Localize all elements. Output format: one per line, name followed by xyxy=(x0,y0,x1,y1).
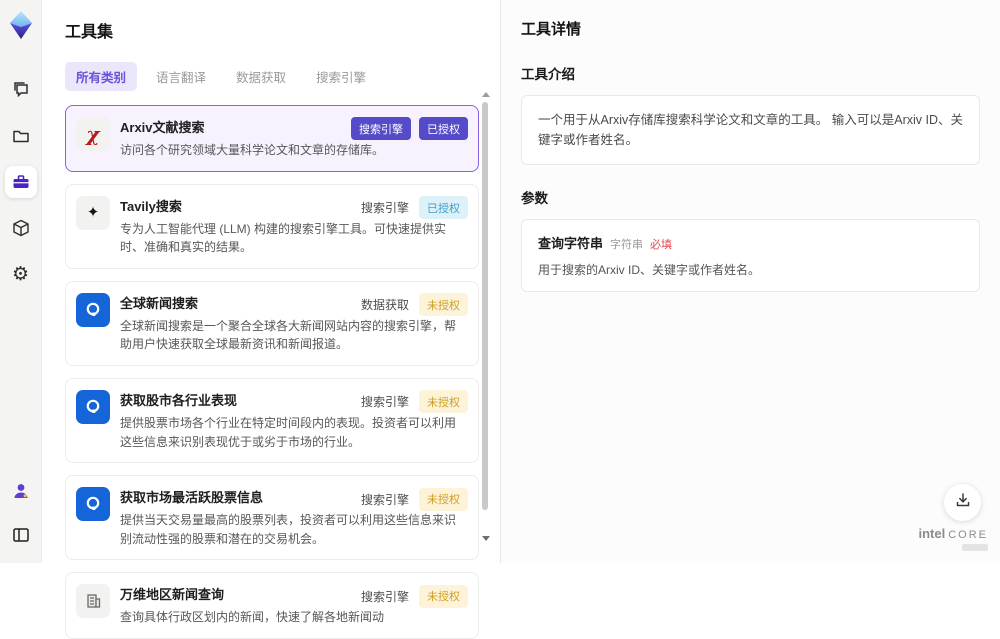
status-badge: 未授权 xyxy=(419,487,468,511)
category-badge: 搜索引擎 xyxy=(360,589,409,604)
nav-toolbox-button[interactable] xyxy=(4,166,37,198)
tool-card-global-news[interactable]: 全球新闻搜索 全球新闻搜索是一个聚合全球各大新闻网站内容的搜索引擎，帮助用户快速… xyxy=(65,280,479,366)
app-logo-icon xyxy=(7,10,35,40)
tool-desc: 专为人工智能代理 (LLM) 构建的搜索引擎工具。可快速提供实时、准确和真实的结… xyxy=(120,221,447,255)
tab-translation[interactable]: 语言翻译 xyxy=(145,62,217,91)
tool-desc: 全球新闻搜索是一个聚合全球各大新闻网站内容的搜索引擎，帮助用户快速获取全球最新资… xyxy=(120,318,457,352)
status-badge: 未授权 xyxy=(419,293,468,317)
scroll-down-arrow-icon[interactable] xyxy=(482,536,490,541)
param-required-badge: 必填 xyxy=(650,239,673,251)
param-name: 查询字符串 xyxy=(538,236,604,251)
tool-desc: 查询具体行政区划内的新闻，快速了解各地新闻动 xyxy=(120,610,385,625)
tool-card-regional-news[interactable]: 万维地区新闻查询 查询具体行政区划内的新闻，快速了解各地新闻动 搜索引擎 未授权 xyxy=(65,572,479,639)
intro-heading: 工具介绍 xyxy=(521,67,575,82)
left-nav-rail: ⚙ xyxy=(0,0,42,563)
briefcase-icon xyxy=(11,172,31,192)
category-badge: 搜索引擎 xyxy=(360,492,409,507)
scroll-up-arrow-icon[interactable] xyxy=(482,92,490,97)
market-data-logo-icon xyxy=(76,487,110,522)
tool-card-arxiv[interactable]: χ Arxiv文献搜索 访问各个研究领域大量科学论文和文章的存储库。 搜索引擎 … xyxy=(65,105,479,172)
nav-settings-button[interactable]: ⚙ xyxy=(5,258,37,290)
param-desc: 用于搜索的Arxiv ID、关键字或作者姓名。 xyxy=(538,263,761,277)
tool-card-tavily[interactable]: ✦ Tavily搜索 专为人工智能代理 (LLM) 构建的搜索引擎工具。可快速提… xyxy=(65,183,479,269)
category-badge: 搜索引擎 xyxy=(360,395,409,410)
list-scrollbar[interactable] xyxy=(481,90,490,561)
category-badge: 数据获取 xyxy=(360,298,409,313)
nav-files-button[interactable] xyxy=(5,120,37,152)
collapse-panel-button[interactable] xyxy=(5,519,37,551)
tab-all-categories[interactable]: 所有类别 xyxy=(65,62,138,91)
download-button[interactable] xyxy=(944,484,981,521)
cube-icon xyxy=(11,218,31,238)
gear-icon: ⚙ xyxy=(11,262,30,285)
tool-desc: 提供股票市场各个行业在特定时间段内的表现。投资者可以利用这些信息来识别表现优于或… xyxy=(120,415,457,449)
intro-text: 一个用于从Arxiv存储库搜索科学论文和文章的工具。 输入可以是Arxiv ID… xyxy=(521,95,980,165)
tool-list: χ Arxiv文献搜索 访问各个研究领域大量科学论文和文章的存储库。 搜索引擎 … xyxy=(65,105,479,639)
tool-card-active-stocks[interactable]: 获取市场最活跃股票信息 提供当天交易量最高的股票列表，投资者可以利用这些信息来识… xyxy=(65,475,479,561)
intel-logo-text: intel xyxy=(918,525,946,541)
status-badge: 未授权 xyxy=(419,390,468,414)
scrollbar-thumb[interactable] xyxy=(482,102,488,510)
user-account-button[interactable] xyxy=(5,475,37,507)
nav-chat-button[interactable] xyxy=(5,74,37,106)
tool-detail-panel: 工具详情 工具介绍 一个用于从Arxiv存储库搜索科学论文和文章的工具。 输入可… xyxy=(500,0,1000,563)
user-avatar-icon xyxy=(11,481,31,501)
category-badge: 搜索引擎 xyxy=(360,201,409,216)
status-badge: 未授权 xyxy=(419,584,468,608)
arxiv-logo-icon: χ xyxy=(76,117,110,151)
page-title: 工具集 xyxy=(65,24,114,41)
status-badge: 已授权 xyxy=(419,117,468,140)
tool-desc: 提供当天交易量最高的股票列表，投资者可以利用这些信息来识别流动性强的股票和潜在的… xyxy=(120,513,457,546)
category-badge: 搜索引擎 xyxy=(351,117,411,140)
watermark-subtext-bar xyxy=(962,544,988,551)
panel-layout-icon xyxy=(11,525,31,545)
tab-search-engine[interactable]: 搜索引擎 xyxy=(305,62,377,91)
intel-core-watermark: intel CORE xyxy=(918,525,988,551)
params-heading: 参数 xyxy=(521,191,548,206)
tavily-logo-icon: ✦ xyxy=(76,195,110,230)
tab-data-fetch[interactable]: 数据获取 xyxy=(225,62,297,91)
news-search-logo-icon xyxy=(76,292,110,327)
parameter-card: 查询字符串 字符串 必填 用于搜索的Arxiv ID、关键字或作者姓名。 xyxy=(521,219,980,292)
download-icon xyxy=(954,491,972,514)
nav-models-button[interactable] xyxy=(5,212,37,244)
tool-card-sector-performance[interactable]: 获取股市各行业表现 提供股票市场各个行业在特定时间段内的表现。投资者可以利用这些… xyxy=(65,377,479,464)
market-data-logo-icon xyxy=(76,389,110,424)
detail-title: 工具详情 xyxy=(521,21,582,38)
category-tabs: 所有类别 语言翻译 数据获取 搜索引擎 xyxy=(65,62,500,91)
status-badge: 已授权 xyxy=(419,196,468,220)
param-type: 字符串 xyxy=(610,239,644,251)
tool-desc: 访问各个研究领域大量科学论文和文章的存储库。 xyxy=(120,143,385,157)
folder-icon xyxy=(11,126,31,146)
tool-list-panel: 工具集 所有类别 语言翻译 数据获取 搜索引擎 χ Arxiv文献搜索 访问各个… xyxy=(42,0,500,639)
core-logo-text: CORE xyxy=(948,528,988,541)
building-icon xyxy=(76,584,110,619)
chat-icon xyxy=(11,80,31,100)
